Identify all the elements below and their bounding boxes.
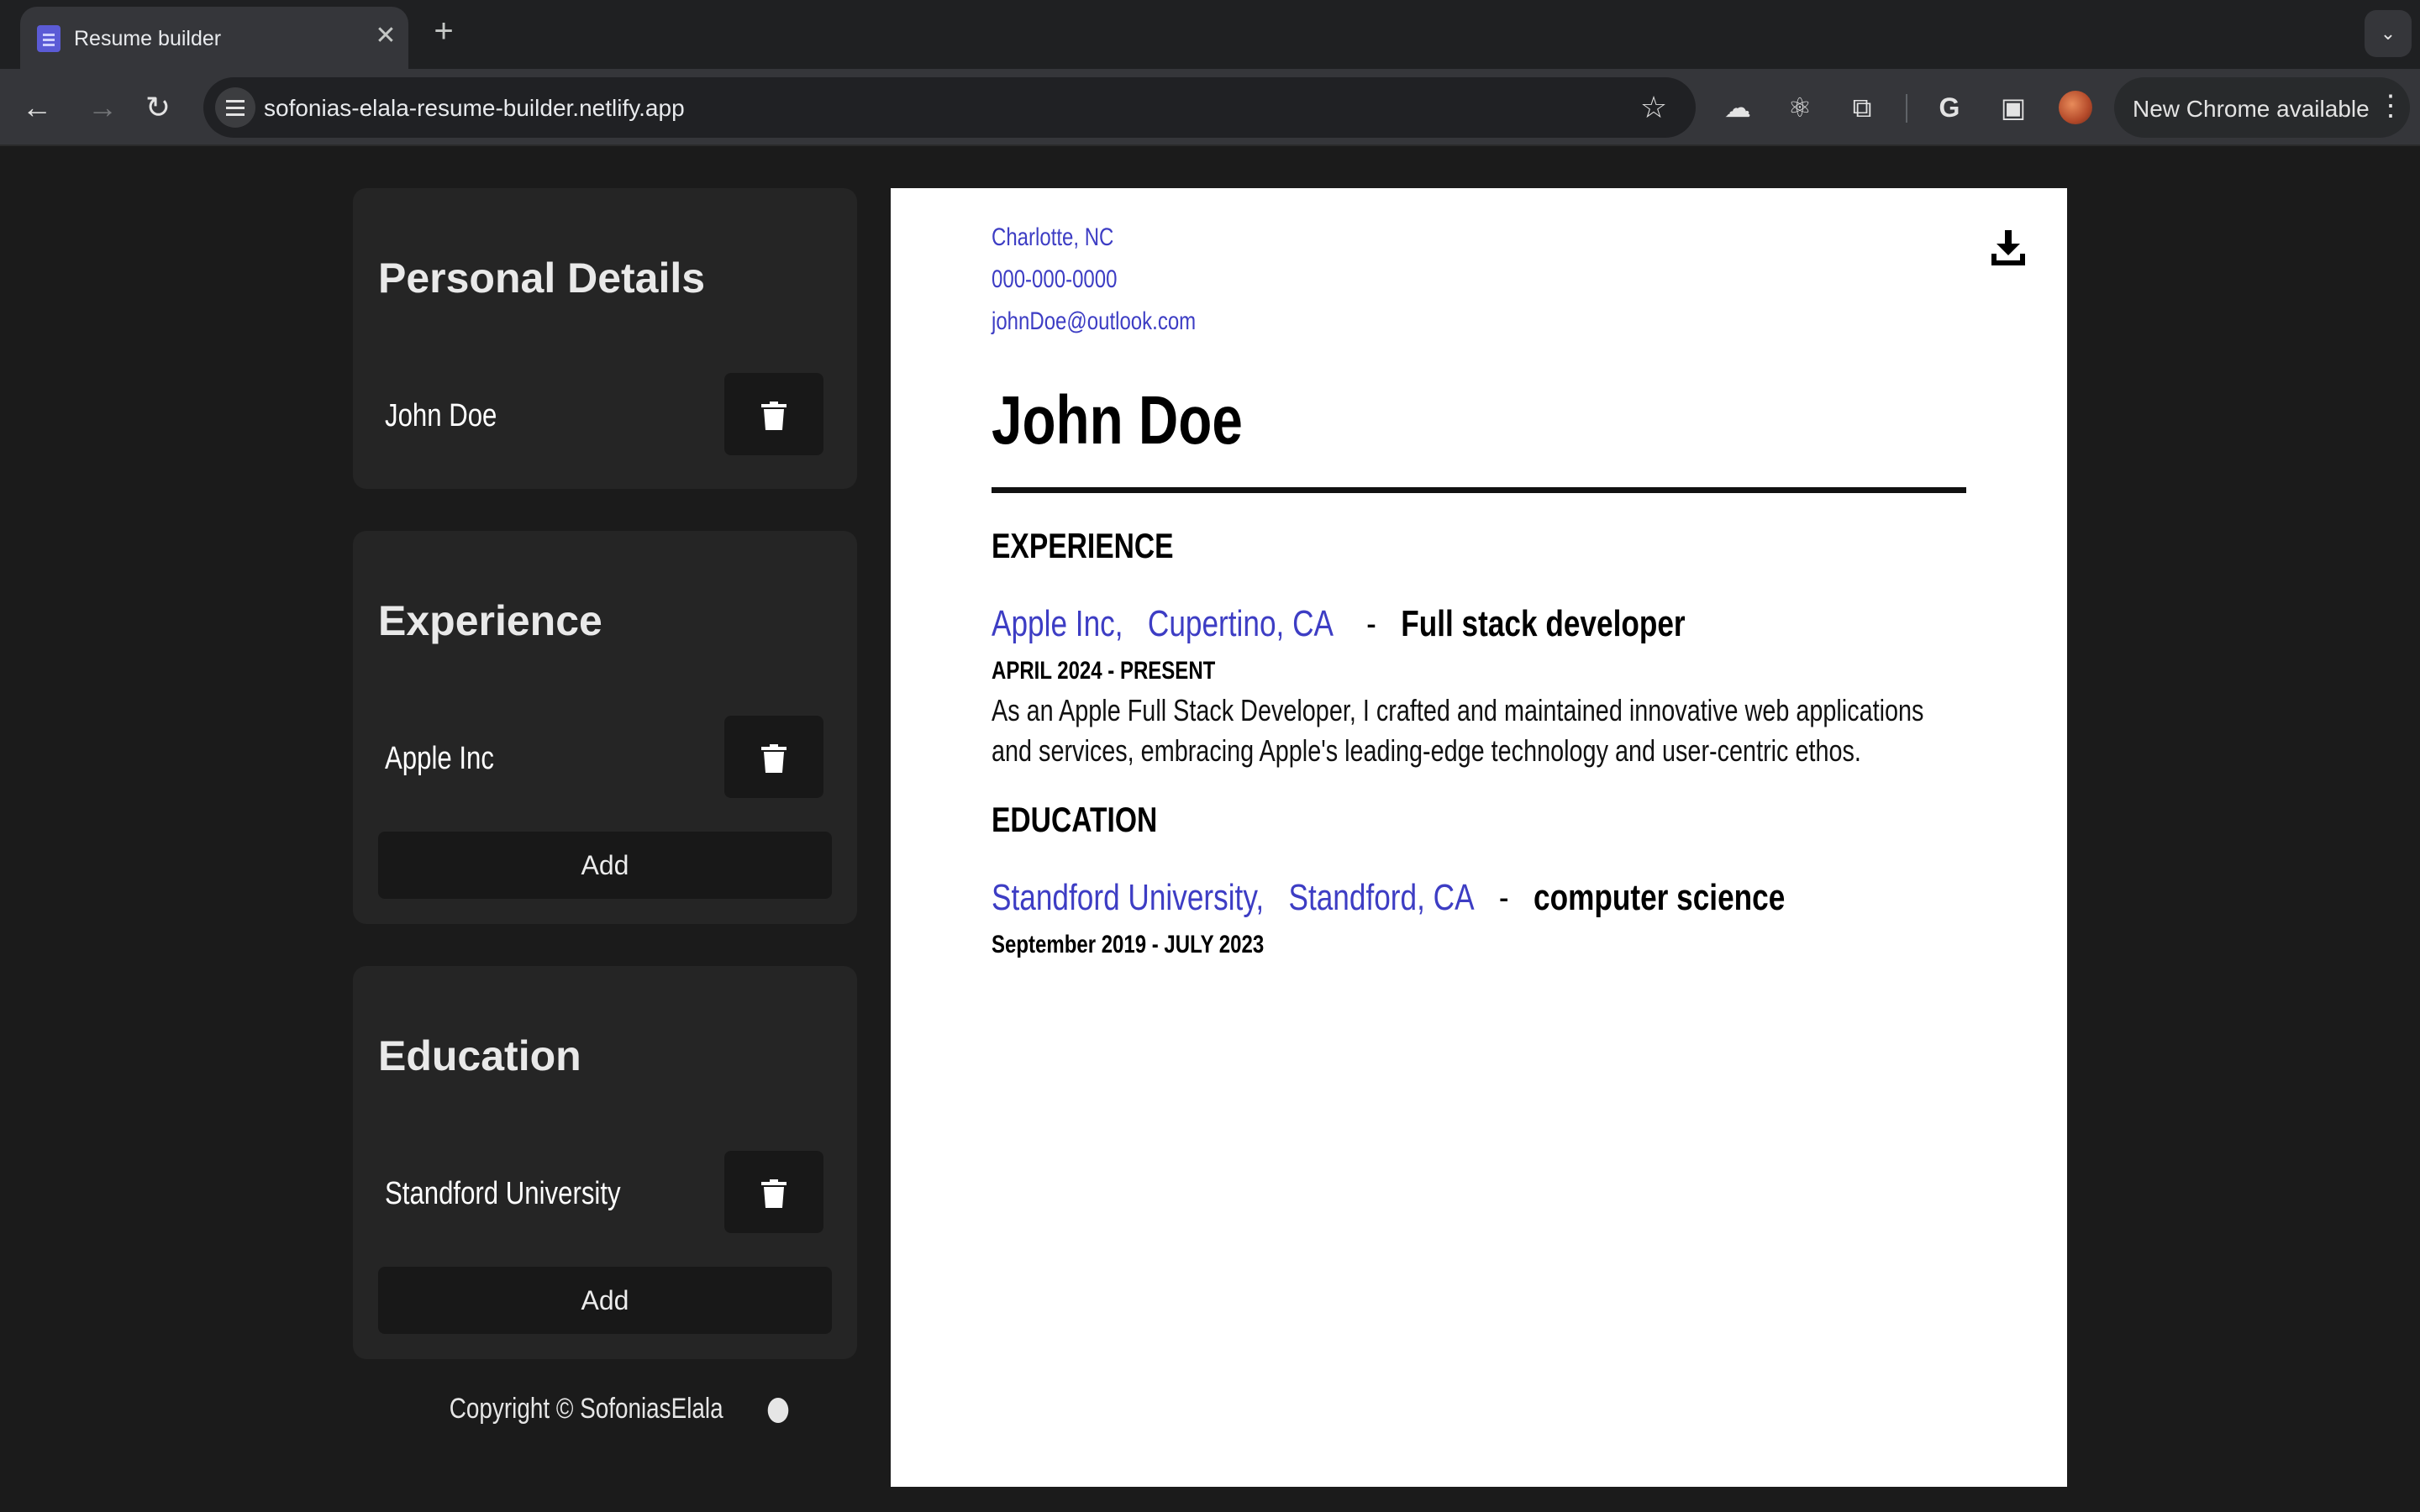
tab-title: Resume builder — [74, 27, 222, 50]
copyright-text: Copyright © SofoniasElala — [449, 1393, 723, 1425]
site-settings-icon[interactable] — [215, 87, 255, 128]
browser-tab[interactable]: Resume builder ✕ — [20, 7, 408, 69]
trash-icon — [761, 402, 786, 430]
google-icon[interactable]: G — [1929, 87, 1970, 128]
profile-avatar[interactable] — [2059, 91, 2092, 124]
experience-card: Experience Apple Inc Add — [353, 531, 857, 924]
new-tab-button[interactable]: + — [427, 14, 460, 49]
browser-toolbar: ← → ↻ sofonias-elala-resume-builder.netl… — [0, 69, 2420, 146]
bookmark-star-icon[interactable]: ☆ — [1634, 87, 1674, 128]
document-icon — [37, 25, 60, 52]
resume-preview: Charlotte, NC 000-000-0000 johnDoe@outlo… — [891, 188, 2067, 1487]
personal-details-card: Personal Details John Doe — [353, 188, 857, 489]
cloud-extension-icon[interactable]: ☁ — [1718, 87, 1758, 128]
education-dates: September 2019 - JULY 2023 — [992, 931, 1265, 958]
experience-title: Experience — [378, 597, 602, 644]
name-divider — [992, 487, 1966, 493]
experience-title: Full stack developer — [1401, 603, 1686, 644]
url-text: sofonias-elala-resume-builder.netlify.ap… — [264, 95, 685, 121]
toolbar-divider — [1906, 94, 1907, 123]
experience-heading: EXPERIENCE — [992, 526, 1174, 565]
extensions-puzzle-icon[interactable]: ⧉ — [1842, 87, 1882, 128]
resume-phone: 000-000-0000 — [992, 265, 1118, 293]
more-menu-icon[interactable]: ⋮ — [2376, 89, 2405, 123]
experience-dates: APRIL 2024 - PRESENT — [992, 657, 1216, 685]
browser-tab-strip: Resume builder ✕ + ⌄ — [0, 0, 2420, 69]
close-icon[interactable]: ✕ — [371, 22, 400, 50]
github-icon[interactable] — [768, 1398, 789, 1424]
education-field: computer science — [1533, 877, 1786, 918]
experience-entry-header: Apple Inc, Cupertino, CA - Full stack de… — [992, 603, 1859, 645]
add-experience-button[interactable]: Add — [378, 832, 832, 899]
experience-location: Cupertino, CA — [1147, 603, 1334, 644]
education-title: Education — [378, 1032, 581, 1079]
delete-experience-button[interactable] — [724, 716, 823, 798]
trash-icon — [761, 744, 786, 773]
tab-search-button[interactable]: ⌄ — [2365, 10, 2412, 57]
education-heading: EDUCATION — [992, 800, 1158, 839]
personal-details-item[interactable]: John Doe — [385, 398, 497, 434]
back-button[interactable]: ← — [15, 86, 59, 129]
experience-item[interactable]: Apple Inc — [385, 741, 494, 777]
address-bar[interactable]: sofonias-elala-resume-builder.netlify.ap… — [203, 77, 1696, 138]
education-location: Standford, CA — [1288, 877, 1475, 918]
update-label: New Chrome available — [2133, 96, 2370, 122]
experience-description: As an Apple Full Stack Developer, I craf… — [992, 693, 1924, 768]
trash-icon — [761, 1179, 786, 1208]
experience-company: Apple Inc, — [992, 603, 1123, 644]
add-education-button[interactable]: Add — [378, 1267, 832, 1334]
education-entry-header: Standford University, Standford, CA - co… — [992, 877, 1983, 919]
react-devtools-icon[interactable]: ⚛ — [1780, 87, 1820, 128]
chrome-update-button[interactable]: New Chrome available ⋮ — [2114, 77, 2410, 138]
delete-personal-button[interactable] — [724, 373, 823, 455]
education-school: Standford University, — [992, 877, 1265, 918]
side-panel-icon[interactable]: ▣ — [1993, 87, 2033, 128]
page: Personal Details John Doe Experience App… — [0, 146, 2420, 1512]
personal-details-title: Personal Details — [378, 255, 706, 302]
education-separator: - — [1498, 877, 1509, 918]
reload-button[interactable]: ↻ — [136, 86, 180, 129]
education-card: Education Standford University Add — [353, 966, 857, 1359]
delete-education-button[interactable] — [724, 1151, 823, 1233]
resume-email: johnDoe@outlook.com — [992, 307, 1197, 335]
forward-button[interactable]: → — [81, 86, 124, 129]
download-icon[interactable] — [1990, 228, 2027, 267]
experience-separator: - — [1366, 603, 1376, 644]
resume-name: John Doe — [992, 382, 1243, 459]
resume-location: Charlotte, NC — [992, 223, 1114, 251]
copyright-footer: Copyright © SofoniasElala — [353, 1393, 857, 1425]
education-item[interactable]: Standford University — [385, 1176, 621, 1212]
